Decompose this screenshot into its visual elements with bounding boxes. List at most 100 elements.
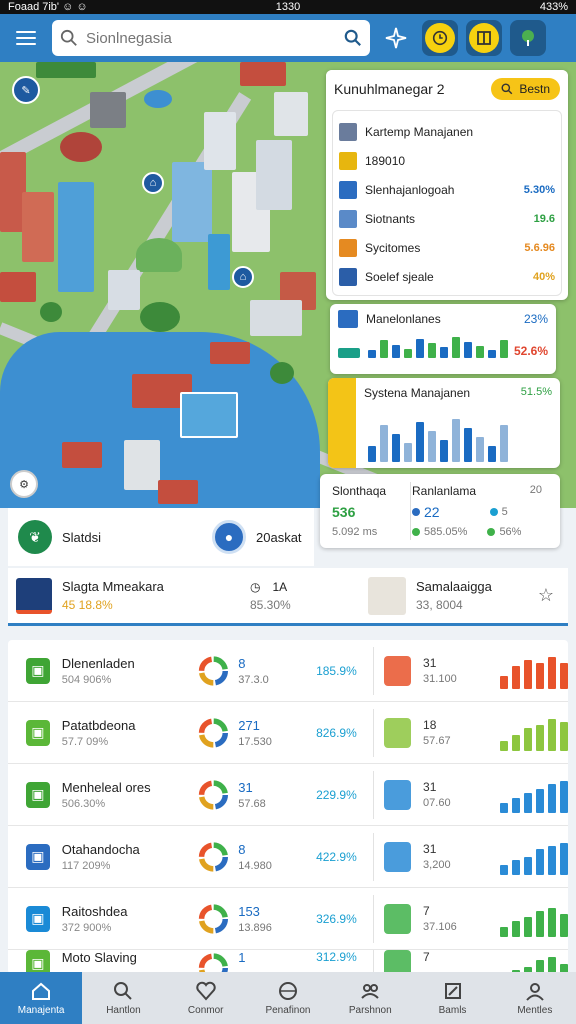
app-root: Foaad 7ib' ☺ ☺ 1330 433% Sionlnegasia ✎ … xyxy=(0,0,576,1024)
nav-label: Penafinon xyxy=(265,1005,311,1016)
building xyxy=(274,92,308,136)
table-row[interactable]: ▣ Dlenenladen 504 906% 8 37.3.0 185.9% 31 31.10… xyxy=(8,640,568,702)
row-name-block: Otahandocha 117 209% xyxy=(62,842,190,872)
item-label: Soelef sjeale xyxy=(365,269,434,284)
nav-item-mentles[interactable]: Mentles xyxy=(494,972,576,1024)
location-pin-icon[interactable]: ✎ xyxy=(12,76,40,104)
house xyxy=(240,62,286,86)
table-row[interactable]: ▣ Otahandocha 117 209% 8 14.980 422.9% 31 3,200 xyxy=(8,826,568,888)
house xyxy=(210,342,250,364)
bar xyxy=(368,350,376,358)
bar xyxy=(416,338,424,358)
quick-info-a: Slatdsi xyxy=(62,529,102,545)
panel-list-item[interactable]: Soelef sjeale 40% xyxy=(339,262,555,291)
row-count: 31 xyxy=(423,780,437,794)
clock-button[interactable] xyxy=(422,20,458,56)
menu-icon[interactable] xyxy=(8,20,44,56)
building xyxy=(204,112,236,170)
search-icon xyxy=(114,982,133,1000)
system-card[interactable]: Systena Manajanen 51.5% xyxy=(328,378,560,468)
bar xyxy=(560,780,568,813)
dot-icon xyxy=(487,528,496,536)
table-row[interactable]: ▣ Moto Slaving 1 312.9% 7 xyxy=(8,950,568,972)
stats-left-title: Slonthaqa xyxy=(332,484,387,498)
building xyxy=(108,270,140,310)
monitor-title: Manelonlanes xyxy=(366,312,441,326)
table-row[interactable]: ▣ Patatbdeona 57.7 09% 271 17.530 826.9% 18 57.… xyxy=(8,702,568,764)
bar xyxy=(524,856,532,875)
row-pct: 312.9% xyxy=(316,950,357,964)
building xyxy=(256,140,292,210)
compass-icon[interactable] xyxy=(378,20,414,56)
settings-icon[interactable]: ⚙ xyxy=(10,470,38,498)
tree-button[interactable] xyxy=(510,20,546,56)
row-count: 7 xyxy=(423,950,430,964)
panel-list-item[interactable]: Sycitomes 5.6.96 xyxy=(339,233,555,262)
panel-list-item[interactable]: 189010 xyxy=(339,146,555,175)
row-name-block: Menheleal ores 506.30% xyxy=(62,780,190,810)
row-item-icon xyxy=(383,779,412,810)
row-icon: ▣ xyxy=(26,719,50,746)
panel-search-button[interactable]: Bestn xyxy=(491,78,560,100)
panel-list-item[interactable]: Slenhajanlogoah 5.30% xyxy=(339,175,555,204)
row-num-block: 31 57.68 xyxy=(238,780,293,810)
building xyxy=(208,234,230,290)
nav-item-hantlon[interactable]: Hantlon xyxy=(82,972,164,1024)
pin-icon[interactable]: ● xyxy=(212,520,246,554)
nav-item-penafinon[interactable]: Penafinon xyxy=(247,972,329,1024)
search-bar[interactable] xyxy=(52,20,370,56)
tree xyxy=(140,302,180,332)
star-icon[interactable]: ☆ xyxy=(538,585,560,606)
nav-item-parshnon[interactable]: Parshnon xyxy=(329,972,411,1024)
row-name: Dlenenladen xyxy=(61,655,135,671)
system-mid-b: 85.30% xyxy=(250,597,291,612)
row-sub: 372 900% xyxy=(61,921,112,934)
trees xyxy=(36,62,96,78)
item-label: Kartemp Manajanen xyxy=(365,124,474,139)
monitor-card[interactable]: Manelonlanes 23% 52.6% xyxy=(330,304,556,374)
house xyxy=(0,272,36,302)
bar xyxy=(560,721,568,751)
notes-button[interactable] xyxy=(466,20,502,56)
quick-info-b: 20askat xyxy=(256,529,302,545)
panel-list-item[interactable]: Siotnants 19.6 xyxy=(339,204,555,233)
nav-item-conmor[interactable]: Conmor xyxy=(165,972,247,1024)
search-input[interactable] xyxy=(86,29,336,47)
map-pin-icon[interactable]: ⌂ xyxy=(142,172,164,194)
row-count-block: 31 31.100 xyxy=(423,656,496,685)
system-summary-text: Slagta Mmeakara 45 18.8% xyxy=(62,579,240,612)
panel-button-label: Bestn xyxy=(519,82,550,96)
row-num-block: 1 xyxy=(238,950,293,968)
bar xyxy=(512,920,520,937)
status-time: 1330 xyxy=(275,1,301,13)
row-num-sub: 13.896 xyxy=(238,921,272,934)
row-item-icon xyxy=(383,950,412,972)
table-row[interactable]: ▣ Raitoshdea 372 900% 153 13.896 326.9% 7 37.10… xyxy=(8,888,568,950)
divider xyxy=(372,832,374,881)
panel-list: Kartemp Manajanen 189010 Slenhajanlogoah 5.… xyxy=(332,110,562,296)
building xyxy=(172,162,212,242)
nav-label: Bamls xyxy=(438,1005,467,1016)
table-row[interactable]: ▣ Menheleal ores 506.30% 31 57.68 229.9% 31 07.… xyxy=(8,764,568,826)
bar xyxy=(500,675,508,689)
system-summary-row[interactable]: Slagta Mmeakara 45 18.8% ◷ 1A 85.30% Sama… xyxy=(8,568,568,626)
stats-left-value: 536 xyxy=(332,504,356,520)
leaf-icon[interactable]: ❦ xyxy=(18,520,52,554)
row-icon: ▣ xyxy=(26,950,50,972)
search-submit-icon[interactable] xyxy=(344,29,362,47)
bar xyxy=(488,445,496,462)
map-pin-icon[interactable]: ⌂ xyxy=(232,266,254,288)
nav-item-bamls[interactable]: Bamls xyxy=(411,972,493,1024)
row-sub: 506.30% xyxy=(61,797,106,810)
system-title: Systena Manajanen xyxy=(364,386,471,400)
stats-right-row2: 585.05% 56% xyxy=(412,526,521,538)
building xyxy=(22,192,54,262)
stats-right-badge: 20 xyxy=(529,484,542,496)
nav-item-manajenta[interactable]: Manajenta xyxy=(0,972,83,1024)
row-num-sub: 14.980 xyxy=(238,859,272,872)
divider xyxy=(410,482,411,540)
item-label: 189010 xyxy=(365,153,406,168)
row-count-sub: 31.100 xyxy=(423,673,457,685)
item-icon xyxy=(339,122,357,141)
panel-list-item[interactable]: Kartemp Manajanen xyxy=(339,117,555,146)
